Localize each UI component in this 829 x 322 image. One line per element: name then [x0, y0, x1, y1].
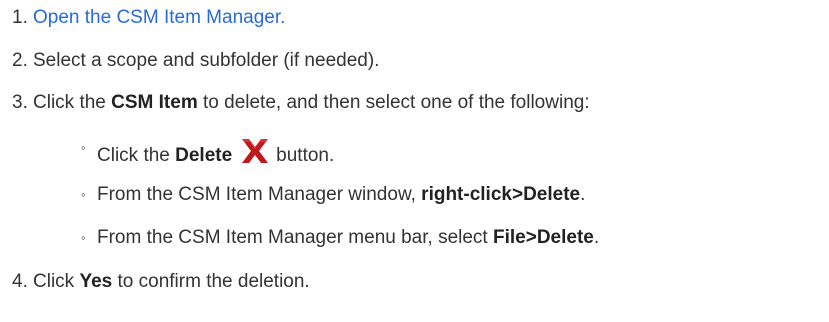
open-csm-item-manager-link[interactable]: Open the CSM Item Manager. — [33, 7, 285, 28]
bullet: ◦ — [81, 187, 86, 202]
bullet: ◦ — [81, 230, 86, 245]
step-text-post: to delete, and then select one of the fo… — [197, 92, 590, 113]
substep-text-pre: From the CSM Item Manager window, — [97, 184, 422, 205]
substep-text-pre: Click the — [97, 145, 176, 166]
step-text-post: to confirm the deletion. — [112, 271, 310, 292]
substep-text-pre: From the CSM Item Manager menu bar, sele… — [97, 227, 493, 248]
step-text-pre: Click — [33, 271, 80, 292]
substep-text-post: button. — [276, 145, 335, 166]
delete-term: Delete — [175, 145, 233, 166]
step-text: Click Yes to confirm the deletion. — [33, 271, 310, 293]
right-click-delete-term: right-click>Delete — [421, 184, 581, 205]
step-text: Click the CSM Item to delete, and then s… — [33, 92, 590, 114]
step-text: Select a scope and subfolder (if needed)… — [33, 50, 380, 71]
delete-x-icon — [238, 137, 272, 165]
step-text-pre: Click the — [33, 92, 112, 113]
substep-text-post: . — [580, 184, 586, 205]
bullet: ◦ — [81, 140, 86, 155]
yes-term: Yes — [79, 271, 113, 292]
file-delete-term: File>Delete — [493, 227, 594, 248]
substep-text-post: . — [593, 227, 600, 248]
csm-item-term: CSM Item — [111, 92, 198, 113]
